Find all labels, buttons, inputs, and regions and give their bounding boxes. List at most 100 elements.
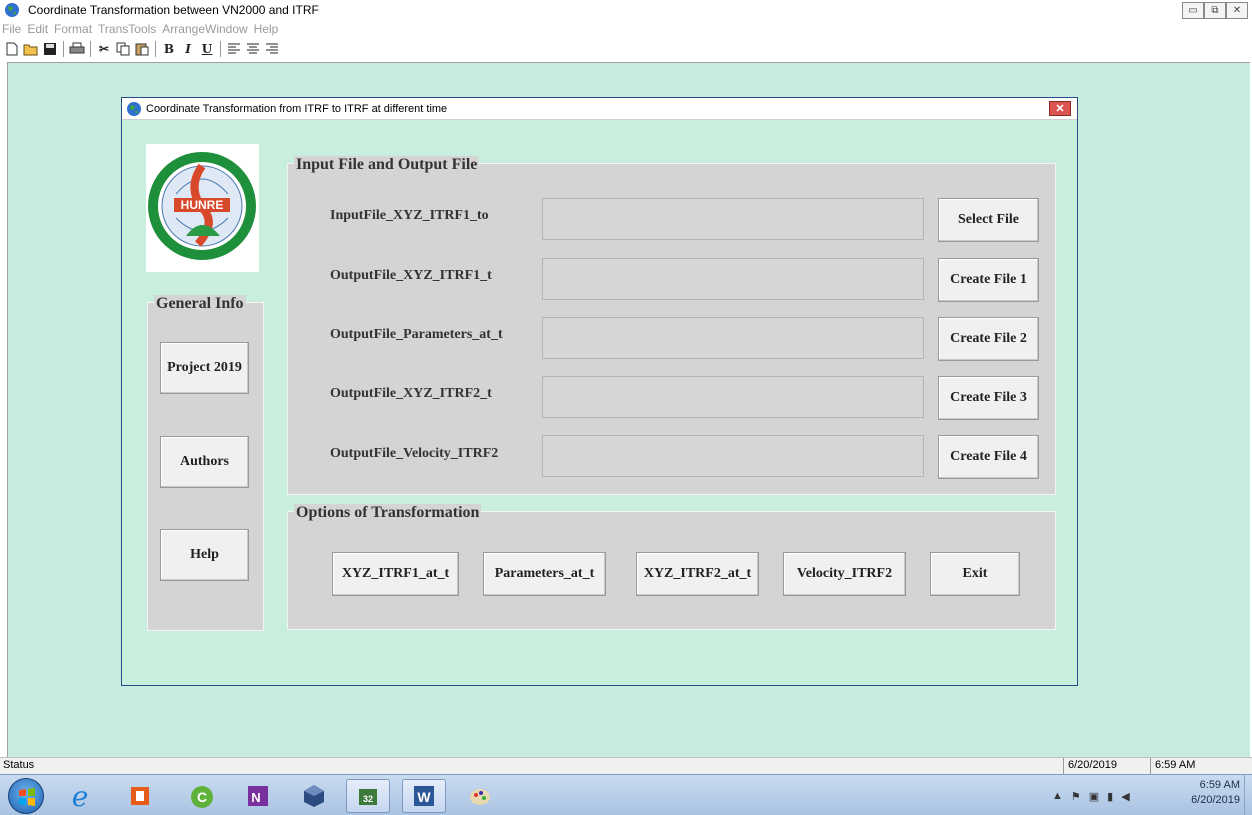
internet-explorer-icon[interactable]: e (58, 779, 102, 813)
output-file-1-field[interactable] (542, 258, 924, 300)
taskbar-clock[interactable]: 6:59 AM 6/20/2019 (1191, 778, 1240, 808)
svg-text:C: C (197, 789, 207, 805)
create-file-3-button[interactable]: Create File 3 (938, 376, 1039, 420)
app-32-icon[interactable]: 32 (346, 779, 390, 813)
toolbar-separator (220, 41, 221, 57)
network-icon[interactable]: ▣ (1089, 790, 1099, 803)
options-legend: Options of Transformation (294, 504, 482, 522)
close-window-button[interactable]: ✕ (1226, 2, 1248, 19)
signal-icon[interactable]: ▮ (1107, 790, 1113, 803)
toolbar-separator (90, 41, 91, 57)
status-text: Status (3, 759, 35, 771)
volume-icon[interactable]: ◀ (1121, 790, 1129, 803)
toolbar: ✂ B I U (0, 38, 1252, 60)
minimize-button[interactable]: ▭ (1182, 2, 1204, 19)
output-file-4-label: OutputFile_Velocity_ITRF2 (330, 446, 499, 461)
restore-button[interactable]: ⧉ (1204, 2, 1226, 19)
files-legend: Input File and Output File (294, 156, 480, 174)
align-left-icon[interactable] (226, 41, 242, 57)
align-right-icon[interactable] (264, 41, 280, 57)
clock-time: 6:59 AM (1199, 779, 1240, 791)
cut-icon[interactable]: ✂ (96, 41, 112, 57)
open-folder-icon[interactable] (23, 41, 39, 57)
output-file-3-label: OutputFile_XYZ_ITRF2_t (330, 386, 492, 401)
word-icon[interactable]: W (402, 779, 446, 813)
options-panel: Options of Transformation XYZ_ITRF1_at_t… (287, 504, 1056, 630)
window-title: Coordinate Transformation between VN2000… (28, 3, 319, 17)
underline-icon[interactable]: U (199, 41, 215, 57)
status-date: 6/20/2019 (1063, 758, 1147, 774)
dialog-close-button[interactable]: ✕ (1049, 101, 1071, 116)
xyz-itrf1-at-t-button[interactable]: XYZ_ITRF1_at_t (332, 552, 459, 596)
velocity-itrf2-button[interactable]: Velocity_ITRF2 (783, 552, 906, 596)
onenote-icon[interactable]: N (236, 779, 280, 813)
general-info-panel: General Info Project 2019 Authors Help (147, 295, 264, 631)
menu-bar: File Edit Format TransTools ArrangeWindo… (0, 20, 1252, 38)
globe-icon (127, 101, 141, 116)
general-info-legend: General Info (154, 295, 246, 313)
transformation-dialog: Coordinate Transformation from ITRF to I… (121, 97, 1078, 686)
svg-text:e: e (72, 781, 89, 811)
svg-text:32: 32 (363, 794, 373, 804)
menu-edit[interactable]: Edit (27, 22, 48, 36)
menu-help[interactable]: Help (254, 22, 279, 36)
print-icon[interactable] (69, 41, 85, 57)
dialog-title: Coordinate Transformation from ITRF to I… (146, 102, 448, 115)
create-file-2-button[interactable]: Create File 2 (938, 317, 1039, 361)
paint-icon[interactable] (458, 779, 502, 813)
virtualbox-icon[interactable] (292, 779, 336, 813)
select-file-button[interactable]: Select File (938, 198, 1039, 242)
save-icon[interactable] (42, 41, 58, 57)
input-file-label: InputFile_XYZ_ITRF1_to (330, 208, 489, 223)
new-file-icon[interactable] (4, 41, 20, 57)
title-bar: Coordinate Transformation between VN2000… (0, 0, 1252, 20)
show-hidden-icons-icon[interactable]: ▲ (1052, 790, 1063, 802)
coreldraw-icon[interactable]: C (180, 779, 224, 813)
exit-button[interactable]: Exit (930, 552, 1020, 596)
paste-icon[interactable] (134, 41, 150, 57)
office-icon[interactable] (118, 779, 162, 813)
menu-transtools[interactable]: TransTools (98, 22, 156, 36)
create-file-1-button[interactable]: Create File 1 (938, 258, 1039, 302)
svg-text:HUNRE: HUNRE (181, 198, 224, 212)
svg-text:N: N (251, 790, 260, 805)
copy-icon[interactable] (115, 41, 131, 57)
output-file-3-field[interactable] (542, 376, 924, 418)
toolbar-separator (63, 41, 64, 57)
hunre-logo: HUNRE (146, 144, 259, 272)
action-center-icon[interactable]: ⚑ (1071, 790, 1081, 803)
input-file-field[interactable] (542, 198, 924, 240)
authors-button[interactable]: Authors (160, 436, 249, 488)
window-controls: ▭ ⧉ ✕ (1182, 2, 1248, 19)
project-2019-button[interactable]: Project 2019 (160, 342, 249, 394)
bold-icon[interactable]: B (161, 41, 177, 57)
globe-icon (5, 3, 19, 17)
parameters-at-t-button[interactable]: Parameters_at_t (483, 552, 606, 596)
system-tray: ▲ ⚑ ▣ ▮ ◀ (1052, 777, 1172, 815)
output-file-2-label: OutputFile_Parameters_at_t (330, 327, 503, 342)
dialog-title-bar: Coordinate Transformation from ITRF to I… (122, 98, 1077, 120)
hunre-logo-graphic: HUNRE (148, 152, 256, 260)
status-time: 6:59 AM (1150, 758, 1250, 774)
help-button[interactable]: Help (160, 529, 249, 581)
xyz-itrf2-at-t-button[interactable]: XYZ_ITRF2_at_t (636, 552, 759, 596)
output-file-2-field[interactable] (542, 317, 924, 359)
start-button[interactable] (8, 778, 44, 814)
output-file-1-label: OutputFile_XYZ_ITRF1_t (330, 268, 492, 283)
create-file-4-button[interactable]: Create File 4 (938, 435, 1039, 479)
menu-file[interactable]: File (2, 22, 21, 36)
status-bar: Status 6/20/2019 6:59 AM (0, 757, 1252, 774)
output-file-4-field[interactable] (542, 435, 924, 477)
menu-arrangewindow[interactable]: ArrangeWindow (162, 22, 247, 36)
svg-text:W: W (417, 789, 431, 805)
taskbar: e C N 32 W ▲ ⚑ ▣ ▮ ◀ 6:59 AM 6/20/2019 (0, 774, 1252, 815)
clock-date: 6/20/2019 (1191, 794, 1240, 806)
italic-icon[interactable]: I (180, 41, 196, 57)
menu-format[interactable]: Format (54, 22, 92, 36)
align-center-icon[interactable] (245, 41, 261, 57)
show-desktop-button[interactable] (1244, 775, 1252, 815)
windows-logo-icon (19, 788, 35, 806)
input-output-panel: Input File and Output File InputFile_XYZ… (287, 156, 1056, 495)
toolbar-separator (155, 41, 156, 57)
mdi-workspace: Coordinate Transformation from ITRF to I… (7, 62, 1250, 757)
